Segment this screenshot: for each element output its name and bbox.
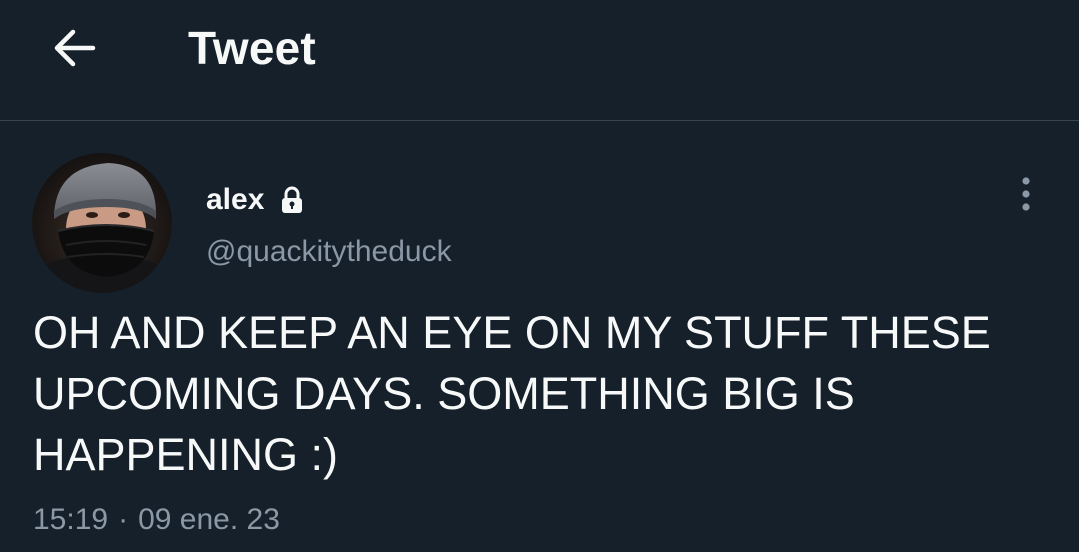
tweet-time: 15:19 <box>33 503 109 536</box>
tweet-date: 09 ene. 23 <box>138 503 280 536</box>
tweet-timestamp[interactable]: 15:19 · 09 ene. 23 <box>33 500 280 540</box>
author-name-row[interactable]: alex <box>206 180 304 220</box>
avatar[interactable] <box>32 153 172 293</box>
top-app-bar: Tweet <box>0 0 1079 121</box>
page-title: Tweet <box>188 22 316 74</box>
tweet-text: OH AND KEEP AN EYE ON MY STUFF THESE UPC… <box>33 307 991 480</box>
lock-icon <box>280 186 304 214</box>
more-vertical-icon <box>1022 177 1030 211</box>
more-options-button[interactable] <box>1004 172 1048 216</box>
author-handle[interactable]: @quackitytheduck <box>206 232 452 272</box>
author-name: alex <box>206 183 265 216</box>
back-button[interactable] <box>46 22 102 74</box>
arrow-left-icon <box>54 29 96 67</box>
profile-photo <box>32 153 172 293</box>
meta-separator: · <box>118 503 129 536</box>
